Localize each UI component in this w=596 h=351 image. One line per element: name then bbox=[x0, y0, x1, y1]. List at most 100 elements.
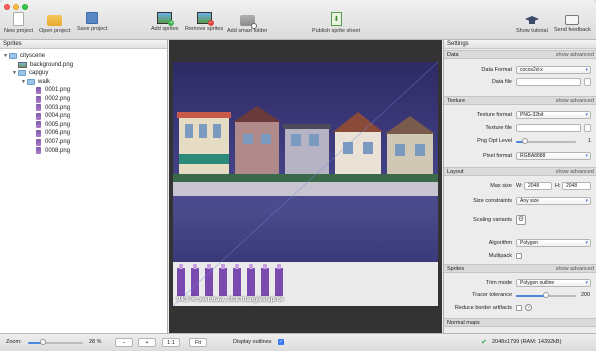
sheet-size-info: 2048x1799 (RAM: 14392kB) bbox=[492, 339, 562, 345]
polygon-outline-overlay bbox=[173, 62, 438, 306]
close-window-button[interactable] bbox=[4, 4, 10, 10]
tree-item-0007-png[interactable]: 0007.png bbox=[30, 138, 70, 146]
send-feedback-button[interactable]: Send feedback bbox=[554, 12, 591, 33]
overdraw-stats: 94.9 % overdraw, 10.8 triangles/sprite bbox=[177, 297, 284, 303]
max-size-height-select[interactable]: 2048 bbox=[562, 182, 591, 190]
tree-item-cityscene[interactable]: ▼ cityscene bbox=[3, 52, 45, 60]
size-constraints-select[interactable]: Any size bbox=[516, 197, 591, 205]
image-icon bbox=[18, 61, 27, 68]
data-format-label: Data Format bbox=[481, 67, 512, 73]
show-advanced-texture-link[interactable]: show advanced bbox=[556, 97, 594, 104]
tree-item-0006-png[interactable]: 0006.png bbox=[30, 129, 70, 137]
texture-file-input[interactable] bbox=[516, 124, 581, 132]
texture-format-label: Texture format bbox=[476, 112, 512, 118]
algorithm-select[interactable]: Polygon bbox=[516, 239, 591, 247]
section-sprites: Sprites show advanced bbox=[444, 264, 596, 273]
tree-item-0004-png[interactable]: 0004.png bbox=[30, 112, 70, 120]
sprite-icon bbox=[36, 129, 41, 137]
show-advanced-data-link[interactable]: show advanced bbox=[556, 51, 594, 58]
folder-icon bbox=[18, 70, 26, 77]
pixel-format-select[interactable]: RGBA8888 bbox=[516, 152, 591, 160]
texture-file-label: Texture file bbox=[485, 125, 512, 131]
scaling-variants-gear-icon[interactable]: ⚙ bbox=[516, 215, 526, 225]
section-texture: Texture show advanced bbox=[444, 96, 596, 105]
size-constraints-row: Size constraints Any size bbox=[444, 197, 596, 207]
max-size-row: Max size W: 2048 H: 2048 bbox=[444, 182, 596, 192]
tree-item-0008-png[interactable]: 0008.png bbox=[30, 147, 70, 155]
zoom-1-1-button[interactable]: 1:1 bbox=[162, 338, 180, 347]
data-format-select[interactable]: cocos2d-x bbox=[516, 66, 591, 74]
tree-item-label: cityscene bbox=[20, 53, 46, 59]
max-size-w-label: W: bbox=[516, 183, 523, 189]
scaling-variants-label: Scaling variants bbox=[473, 217, 512, 223]
max-size-width-select[interactable]: 2048 bbox=[524, 182, 552, 190]
png-opt-knob[interactable] bbox=[522, 138, 528, 144]
trim-mode-select[interactable]: Polygon outline bbox=[516, 279, 591, 287]
tree-item-label: 0001.png bbox=[45, 87, 71, 94]
folder-icon bbox=[27, 78, 35, 85]
zoom-knob[interactable] bbox=[40, 339, 47, 345]
section-sprites-label: Sprites bbox=[447, 266, 465, 272]
sprite-sheet-preview[interactable]: 94.9 % overdraw, 10.8 triangles/sprite bbox=[169, 40, 442, 333]
zoom-window-button[interactable] bbox=[22, 4, 28, 10]
sprite-icon bbox=[36, 112, 41, 120]
tree-item-label: 0005.png bbox=[45, 121, 71, 128]
data-file-input[interactable] bbox=[516, 78, 581, 86]
tree-item-0003-png[interactable]: 0003.png bbox=[30, 104, 70, 112]
sprite-icon bbox=[36, 147, 41, 155]
show-tutorial-button[interactable]: Show tutorial bbox=[516, 12, 548, 34]
png-opt-row: Png Opt Level 1 bbox=[444, 137, 596, 147]
section-layout-label: Layout bbox=[447, 169, 464, 175]
add-smart-folder-button[interactable]: Add smart folder bbox=[227, 12, 267, 34]
sprite-icon bbox=[36, 121, 41, 129]
graduation-cap-icon bbox=[524, 16, 539, 26]
save-project-label: Save project bbox=[77, 26, 108, 32]
tree-item-label: 0007.png bbox=[45, 139, 71, 145]
tree-item-0002-png[interactable]: 0002.png bbox=[30, 95, 70, 103]
show-advanced-sprites-link[interactable]: show advanced bbox=[556, 265, 594, 272]
tracer-knob[interactable] bbox=[543, 292, 549, 298]
tracer-tolerance-slider[interactable] bbox=[516, 292, 576, 298]
png-opt-label: Png Opt Level bbox=[477, 138, 512, 144]
publish-sprite-sheet-button[interactable]: ⬇ Publish sprite sheet bbox=[312, 12, 360, 34]
publish-icon: ⬇ bbox=[330, 12, 342, 26]
display-outlines-checkbox[interactable]: ✓ bbox=[278, 339, 284, 345]
feedback-icon bbox=[565, 15, 580, 25]
tree-item-label: capguy bbox=[29, 70, 49, 77]
tree-item-label: 0002.png bbox=[45, 96, 71, 102]
remove-sprites-button[interactable]: − Remove sprites bbox=[185, 12, 223, 32]
png-opt-slider[interactable] bbox=[516, 138, 576, 144]
tree-item-capguy[interactable]: ▼ capguy bbox=[12, 69, 48, 77]
multipack-checkbox[interactable] bbox=[516, 253, 522, 259]
texture-file-browse-icon[interactable] bbox=[584, 124, 591, 132]
zoom-slider[interactable] bbox=[28, 339, 83, 345]
show-advanced-layout-link[interactable]: show advanced bbox=[556, 168, 594, 175]
tree-item-0005-png[interactable]: 0005.png bbox=[30, 121, 70, 129]
add-sprites-button[interactable]: + Add sprites bbox=[151, 12, 179, 32]
zoom-label: Zoom: bbox=[6, 339, 22, 345]
tree-item-walk[interactable]: ▼ walk bbox=[21, 78, 50, 86]
zoom-fit-button[interactable]: Fit bbox=[189, 338, 207, 347]
size-constraints-label: Size constraints bbox=[473, 198, 512, 204]
sprites-panel-title: Sprites bbox=[0, 40, 167, 49]
section-data-label: Data bbox=[447, 52, 459, 58]
add-smart-folder-label: Add smart folder bbox=[227, 28, 268, 34]
data-file-browse-icon[interactable] bbox=[584, 78, 591, 86]
reduce-border-checkbox[interactable] bbox=[516, 305, 522, 311]
pixel-format-row: Pixel format RGBA8888 bbox=[444, 152, 596, 162]
tree-item-0001-png[interactable]: 0001.png bbox=[30, 86, 70, 94]
tree-item-background-png[interactable]: background.png bbox=[12, 61, 73, 69]
tracer-tolerance-value: 200 bbox=[581, 292, 591, 298]
minimize-window-button[interactable] bbox=[13, 4, 19, 10]
zoom-out-button[interactable]: − bbox=[115, 338, 133, 347]
max-size-h-label: H: bbox=[555, 183, 561, 189]
new-project-button[interactable]: New project bbox=[4, 12, 33, 34]
tracer-tolerance-row: Tracer tolerance 200 bbox=[444, 291, 596, 301]
save-project-button[interactable]: Save project bbox=[77, 12, 108, 32]
texture-format-select[interactable]: PNG-32bit bbox=[516, 111, 591, 119]
zoom-value: 28 % bbox=[89, 339, 102, 345]
help-icon[interactable]: ? bbox=[525, 304, 532, 311]
zoom-in-button[interactable]: + bbox=[138, 338, 156, 347]
tree-item-label: 0003.png bbox=[45, 104, 71, 111]
open-project-button[interactable]: Open project bbox=[39, 12, 71, 34]
